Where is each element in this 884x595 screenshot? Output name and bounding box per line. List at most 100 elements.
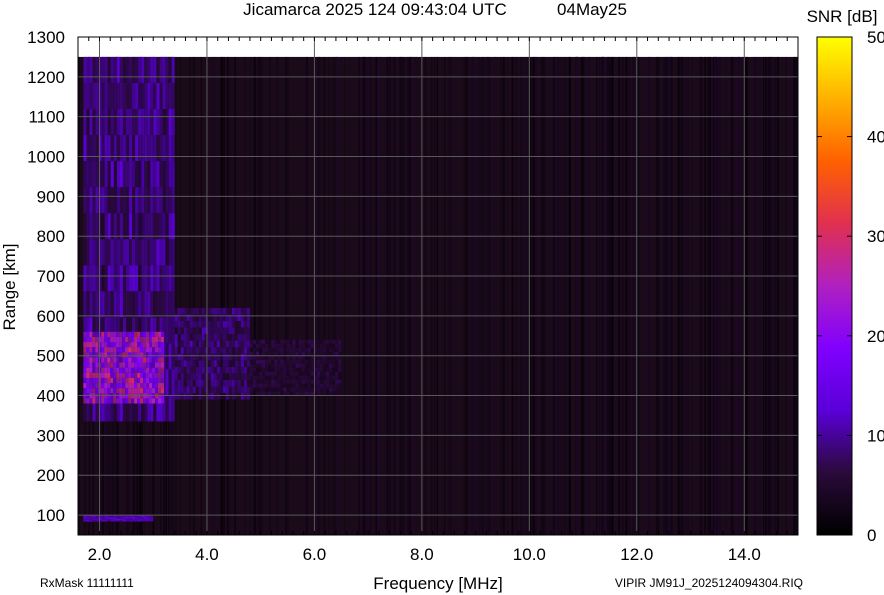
trace-1-cell — [83, 377, 87, 384]
trace-3-cell — [323, 371, 327, 376]
trace-3-cell — [256, 355, 260, 360]
trace-3-cell — [277, 351, 281, 356]
trace-3-cell — [262, 391, 266, 396]
trace-2-cell — [183, 321, 187, 328]
trace-2-cell — [246, 340, 250, 348]
trace-3-cell — [298, 359, 302, 364]
trace-1-cell — [155, 398, 158, 404]
trace-0-cell — [168, 265, 172, 292]
trace-2-cell — [192, 353, 196, 361]
trace-1-cell — [149, 352, 153, 358]
trace-0-cell — [95, 265, 99, 292]
trace-2-cell — [198, 392, 202, 400]
trace-0-cell — [95, 161, 99, 188]
trace-0-cell — [141, 82, 145, 109]
trace-0-cell — [122, 135, 126, 162]
trace-2-cell — [213, 379, 217, 387]
trace-2-cell — [207, 334, 211, 341]
trace-2-cell — [192, 334, 196, 341]
trace-1-cell — [86, 352, 90, 358]
trace-2-cell — [243, 307, 247, 315]
trace-2-cell — [174, 366, 178, 374]
trace-1-cell — [86, 347, 90, 353]
rxmask-label: RxMask 11111111 — [40, 576, 134, 590]
trace-3-cell — [310, 371, 314, 376]
trace-0-cell — [101, 56, 105, 83]
trace-2-cell — [228, 366, 232, 374]
trace-1-cell — [134, 388, 138, 394]
trace-0-cell — [141, 239, 145, 266]
trace-0-cell — [162, 213, 166, 240]
trace-3-cell — [332, 347, 336, 352]
trace-2-cell — [216, 340, 220, 348]
noise-stripe — [663, 56, 666, 536]
trace-0-cell — [122, 187, 126, 214]
trace-1-cell — [134, 357, 138, 363]
trace-3-cell — [298, 371, 302, 376]
trace-3-cell — [319, 363, 324, 368]
trace-2-cell — [195, 334, 199, 341]
trace-2-cell — [201, 379, 205, 387]
trace-3-cell — [301, 367, 305, 372]
trace-2-cell — [180, 307, 184, 315]
noise-stripe — [709, 56, 711, 536]
trace-2-cell — [189, 334, 193, 341]
trace-0-cell — [156, 213, 160, 240]
trace-3-cell — [304, 355, 308, 360]
noise-stripe — [520, 56, 523, 536]
trace-3-cell — [316, 339, 320, 344]
y-tick-label: 300 — [37, 426, 65, 445]
trace-0-cell — [135, 135, 139, 162]
trace-0-cell — [101, 213, 105, 240]
trace-3-cell — [316, 355, 320, 360]
trace-3-cell — [319, 347, 324, 352]
trace-1-cell — [160, 372, 164, 378]
trace-1-cell — [116, 352, 120, 358]
trace-0-cell — [107, 239, 111, 266]
trace-2-cell — [174, 386, 178, 393]
trace-2-cell — [192, 347, 196, 354]
trace-3-cell — [319, 355, 324, 360]
trace-0-cell — [132, 135, 136, 162]
trace-1-cell — [155, 331, 158, 337]
trace-0-cell — [132, 265, 136, 292]
trace-0-cell — [126, 291, 130, 318]
trace-1-cell — [89, 388, 93, 394]
trace-3-cell — [307, 367, 311, 372]
trace-2-cell — [210, 379, 214, 387]
trace-1-cell — [160, 347, 164, 353]
trace-3-cell — [292, 347, 296, 352]
noise-stripe — [496, 56, 498, 536]
trace-1-cell — [92, 383, 96, 389]
trace-0-cell — [126, 56, 130, 83]
trace-3-cell — [332, 363, 336, 368]
trace-3-cell — [316, 363, 320, 368]
trace-1-cell — [122, 331, 126, 337]
trace-2-cell — [231, 373, 235, 380]
trace-0-cell — [95, 187, 99, 214]
trace-3-cell — [283, 363, 287, 368]
trace-1-cell — [152, 372, 156, 378]
trace-3-cell — [323, 375, 327, 380]
trace-1-cell — [149, 357, 153, 363]
trace-3-cell — [304, 351, 308, 356]
trace-1-cell — [95, 336, 99, 343]
trace-2-cell — [189, 340, 193, 348]
trace-1-cell — [131, 336, 135, 343]
trace-2-cell — [183, 373, 187, 380]
x-tick-label: 14.0 — [728, 545, 761, 564]
trace-3-cell — [286, 343, 290, 348]
trace-3-cell — [259, 339, 263, 344]
trace-0-cell — [107, 291, 111, 318]
trace-3-cell — [338, 371, 342, 376]
trace-1-cell — [95, 352, 99, 358]
trace-1-cell — [155, 383, 158, 389]
trace-0-cell — [116, 108, 120, 136]
trace-3-cell — [259, 387, 263, 392]
trace-0-cell — [101, 108, 105, 136]
trace-3-cell — [259, 379, 263, 384]
noise-stripe — [344, 56, 346, 536]
trace-0-cell — [144, 135, 148, 162]
trace-0-cell — [86, 265, 90, 292]
trace-0-cell — [159, 239, 163, 266]
